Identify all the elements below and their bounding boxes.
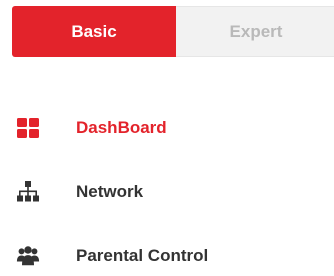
sidebar-item-parental-control[interactable]: Parental Control: [0, 236, 334, 276]
sidebar-item-network[interactable]: Network: [0, 172, 334, 212]
expert-mode-button[interactable]: Expert: [176, 6, 334, 57]
sidebar-item-label: Parental Control: [76, 246, 209, 265]
sidebar-item-label: DashBoard: [76, 118, 167, 137]
network-topology-icon: [16, 180, 40, 204]
dashboard-grid-icon: [16, 116, 40, 140]
sidebar-item-label: Network: [76, 182, 144, 201]
mode-toggle: Basic Expert: [12, 6, 334, 57]
basic-mode-button[interactable]: Basic: [12, 6, 176, 57]
sidebar-item-dashboard[interactable]: DashBoard: [0, 108, 334, 148]
parental-control-users-icon: [16, 244, 40, 268]
